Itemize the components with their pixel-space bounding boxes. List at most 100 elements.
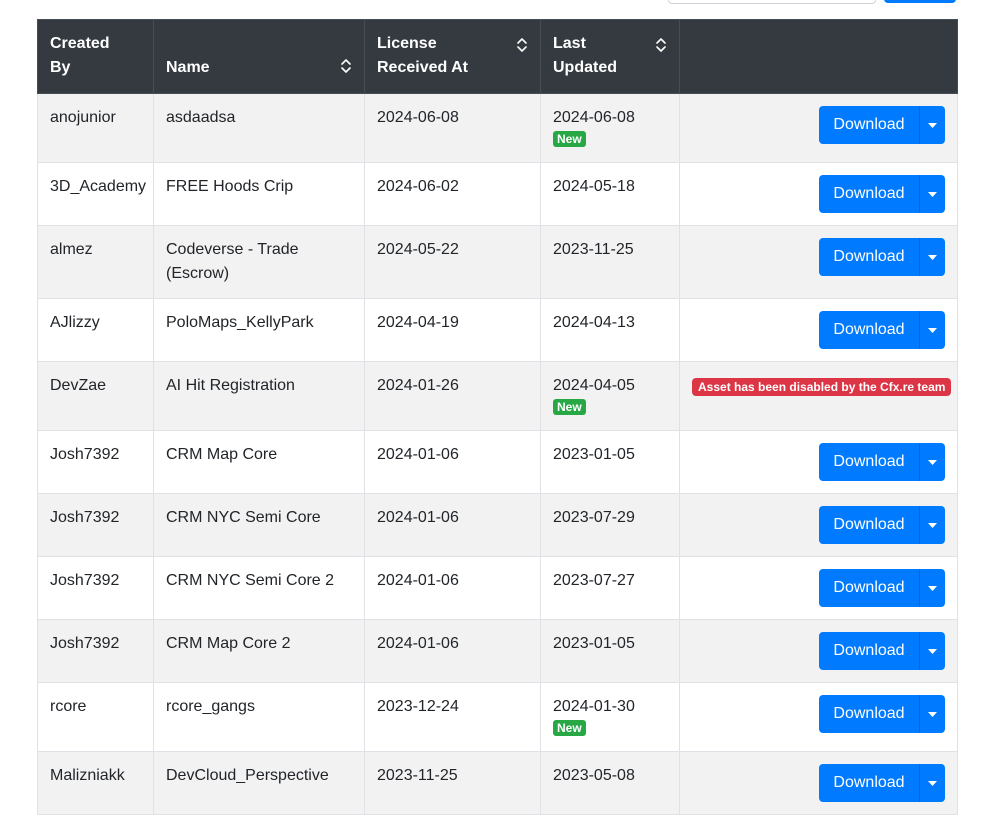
- download-button[interactable]: Download: [819, 506, 919, 544]
- download-dropdown-toggle[interactable]: [919, 506, 945, 544]
- caret-down-icon: [928, 327, 937, 333]
- cell-name: rcore_gangs: [153, 682, 365, 752]
- license-received-text: 2024-06-08: [377, 109, 459, 126]
- download-button[interactable]: Download: [819, 311, 919, 349]
- cell-last-updated: 2023-07-27: [540, 556, 680, 620]
- download-button[interactable]: Download: [819, 106, 919, 144]
- column-header-license-received[interactable]: License Received At: [364, 19, 541, 94]
- download-dropdown-toggle[interactable]: [919, 106, 945, 144]
- cell-license-received: 2024-01-06: [364, 430, 541, 494]
- asset-name-text: asdaadsa: [166, 109, 236, 126]
- table-row: almez Codeverse - Trade (Escrow) 2024-05…: [37, 225, 958, 299]
- search-button[interactable]: [884, 0, 956, 3]
- download-dropdown-toggle[interactable]: [919, 175, 945, 213]
- cell-license-received: 2024-01-06: [364, 619, 541, 683]
- cell-last-updated: 2023-05-08: [540, 751, 680, 815]
- download-button[interactable]: Download: [819, 238, 919, 276]
- asset-name-text: PoloMaps_KellyPark: [166, 314, 314, 331]
- download-button[interactable]: Download: [819, 632, 919, 670]
- last-updated-text: 2024-04-05: [553, 377, 635, 394]
- table-row: Josh7392 CRM Map Core 2 2024-01-06 2023-…: [37, 619, 958, 683]
- cell-actions: Download: [679, 619, 958, 683]
- assets-table: Created By Name License Received At Last…: [37, 19, 958, 815]
- cell-actions: Download: [679, 493, 958, 557]
- cell-created-by: rcore: [37, 682, 154, 752]
- cell-license-received: 2024-01-06: [364, 493, 541, 557]
- cell-license-received: 2024-06-08: [364, 93, 541, 163]
- cell-last-updated: 2024-05-18: [540, 162, 680, 226]
- download-dropdown-toggle[interactable]: [919, 695, 945, 733]
- download-dropdown-toggle[interactable]: [919, 443, 945, 481]
- download-dropdown-toggle[interactable]: [919, 632, 945, 670]
- column-header-name[interactable]: Name: [153, 19, 365, 94]
- asset-name-text: CRM Map Core 2: [166, 635, 291, 652]
- cell-actions: Download: [679, 225, 958, 299]
- created-by-text: Josh7392: [50, 635, 120, 652]
- asset-name-text: rcore_gangs: [166, 698, 255, 715]
- created-by-text: DevZae: [50, 377, 107, 394]
- cell-actions: Asset has been disabled by the Cfx.re te…: [679, 361, 958, 431]
- cell-name: asdaadsa: [153, 93, 365, 163]
- sort-icon[interactable]: [340, 58, 352, 74]
- download-button[interactable]: Download: [819, 764, 919, 802]
- created-by-text: almez: [50, 241, 93, 258]
- table-row: Josh7392 CRM NYC Semi Core 2 2024-01-06 …: [37, 556, 958, 620]
- license-received-text: 2023-12-24: [377, 698, 459, 715]
- download-button-group: Download: [819, 443, 945, 481]
- search-input[interactable]: [668, 0, 876, 4]
- download-dropdown-toggle[interactable]: [919, 238, 945, 276]
- sort-icon[interactable]: [655, 37, 667, 53]
- download-button-group: Download: [819, 238, 945, 276]
- download-button[interactable]: Download: [819, 569, 919, 607]
- asset-name-text: CRM NYC Semi Core: [166, 509, 321, 526]
- table-body: anojunior asdaadsa 2024-06-08 2024-06-08…: [37, 93, 958, 815]
- download-button[interactable]: Download: [819, 695, 919, 733]
- sort-icon[interactable]: [516, 37, 528, 53]
- created-by-text: AJlizzy: [50, 314, 100, 331]
- created-by-text: Malizniakk: [50, 767, 125, 784]
- cell-created-by: Josh7392: [37, 619, 154, 683]
- cell-license-received: 2023-12-24: [364, 682, 541, 752]
- cell-actions: Download: [679, 93, 958, 163]
- new-badge: New: [553, 720, 586, 736]
- license-received-text: 2024-01-26: [377, 377, 459, 394]
- cell-name: PoloMaps_KellyPark: [153, 298, 365, 362]
- asset-name-text: CRM NYC Semi Core 2: [166, 572, 335, 589]
- cell-last-updated: 2024-04-05 New: [540, 361, 680, 431]
- cell-license-received: 2024-06-02: [364, 162, 541, 226]
- cell-name: CRM NYC Semi Core 2: [153, 556, 365, 620]
- download-button[interactable]: Download: [819, 443, 919, 481]
- cell-last-updated: 2023-01-05: [540, 619, 680, 683]
- download-dropdown-toggle[interactable]: [919, 569, 945, 607]
- last-updated-text: 2024-01-30: [553, 698, 635, 715]
- cell-created-by: Josh7392: [37, 556, 154, 620]
- cell-name: CRM NYC Semi Core: [153, 493, 365, 557]
- last-updated-text: 2023-01-05: [553, 635, 635, 652]
- download-button[interactable]: Download: [819, 175, 919, 213]
- caret-down-icon: [928, 780, 937, 786]
- cell-last-updated: 2024-01-30 New: [540, 682, 680, 752]
- download-dropdown-toggle[interactable]: [919, 311, 945, 349]
- last-updated-text: 2024-04-13: [553, 314, 635, 331]
- cell-license-received: 2024-01-26: [364, 361, 541, 431]
- license-received-text: 2024-06-02: [377, 178, 459, 195]
- table-row: Malizniakk DevCloud_Perspective 2023-11-…: [37, 751, 958, 815]
- download-dropdown-toggle[interactable]: [919, 764, 945, 802]
- cell-name: CRM Map Core: [153, 430, 365, 494]
- cell-name: Codeverse - Trade (Escrow): [153, 225, 365, 299]
- column-header-label: Last Updated: [553, 35, 617, 76]
- column-header-label: License Received At: [377, 35, 468, 76]
- caret-down-icon: [928, 585, 937, 591]
- cell-actions: Download: [679, 751, 958, 815]
- license-received-text: 2024-01-06: [377, 572, 459, 589]
- cell-last-updated: 2023-07-29: [540, 493, 680, 557]
- last-updated-text: 2024-05-18: [553, 178, 635, 195]
- license-received-text: 2024-05-22: [377, 241, 459, 258]
- license-received-text: 2023-11-25: [377, 767, 458, 784]
- cell-name: AI Hit Registration: [153, 361, 365, 431]
- column-header-last-updated[interactable]: Last Updated: [540, 19, 680, 94]
- download-button-group: Download: [819, 311, 945, 349]
- cell-created-by: AJlizzy: [37, 298, 154, 362]
- last-updated-text: 2023-07-29: [553, 509, 635, 526]
- cell-name: DevCloud_Perspective: [153, 751, 365, 815]
